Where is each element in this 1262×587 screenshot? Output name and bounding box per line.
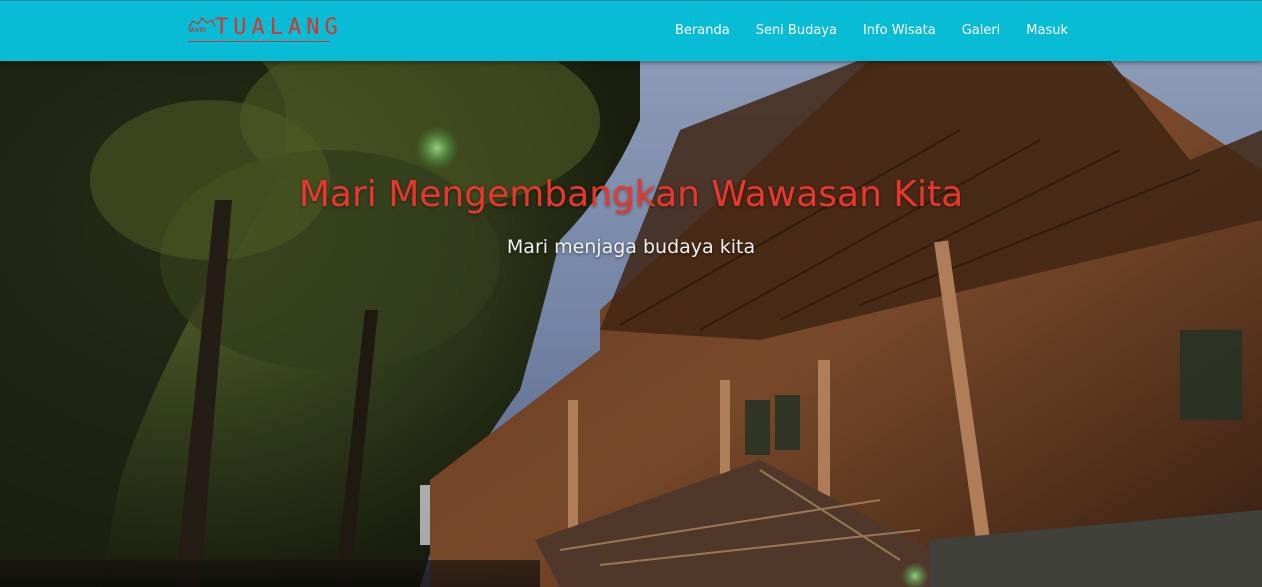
hero-title: Mari Mengembangkan Wawasan Kita [298, 174, 964, 215]
nav-item-galeri[interactable]: Galeri [949, 1, 1014, 61]
nav-item-info-wisata[interactable]: Info Wisata [850, 1, 949, 61]
nav-item-beranda[interactable]: Beranda [662, 1, 743, 61]
brand-underline [188, 41, 330, 42]
brand-small-text: MARI [189, 28, 207, 34]
hero-background-image [0, 60, 1262, 587]
nav-item-masuk[interactable]: Masuk [1013, 1, 1081, 61]
navbar: MARI TUALANG Beranda Seni Budaya Info Wi… [0, 0, 1262, 61]
hero-section: Mari Mengembangkan Wawasan Kita Mari men… [0, 60, 1262, 587]
brand-name: TUALANG [215, 15, 343, 40]
roof-icon [188, 17, 216, 28]
nav-item-seni-budaya[interactable]: Seni Budaya [743, 1, 850, 61]
hero-subtitle: Mari menjaga budaya kita [506, 236, 756, 258]
main-nav: Beranda Seni Budaya Info Wisata Galeri M… [662, 1, 1081, 61]
brand-logo[interactable]: MARI TUALANG [188, 15, 338, 43]
page: MARI TUALANG Beranda Seni Budaya Info Wi… [0, 0, 1262, 587]
